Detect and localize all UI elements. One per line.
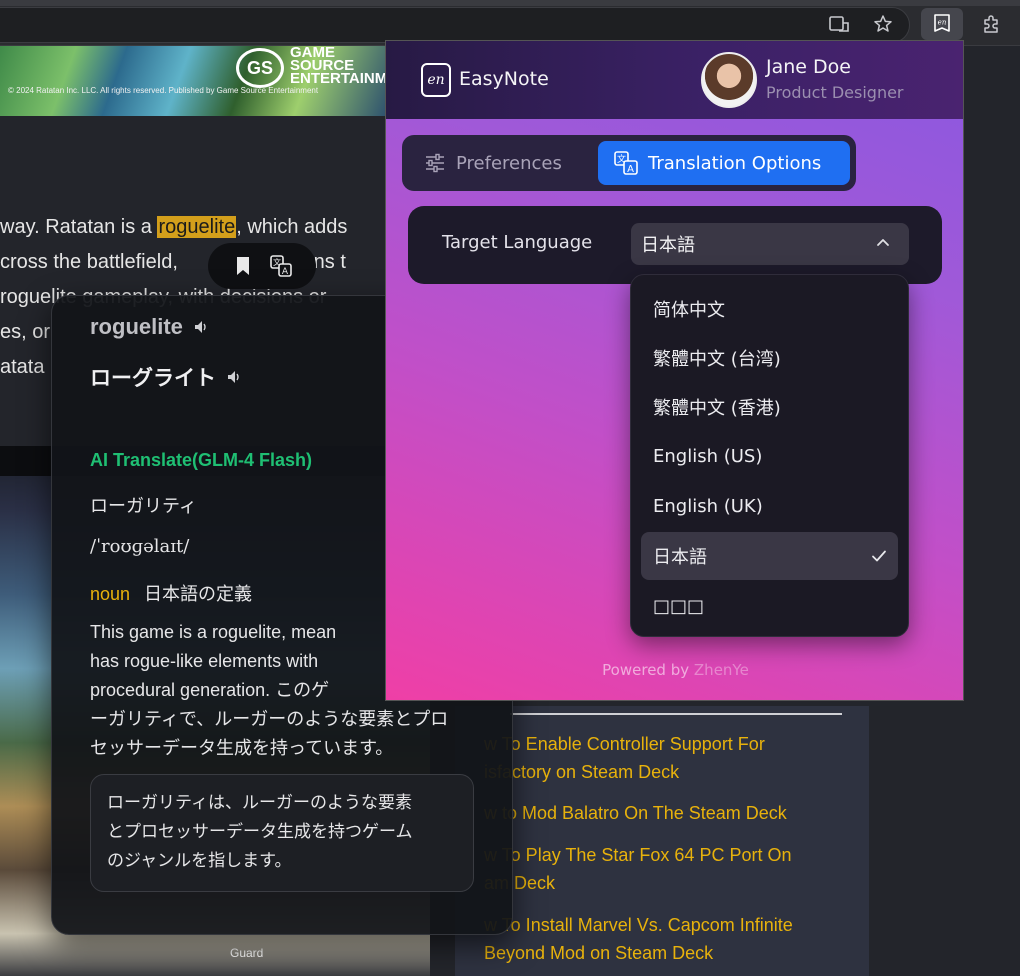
related-link[interactable]: w To Enable Controller Support For [484,730,864,758]
extensions-puzzle-icon[interactable] [978,11,1004,37]
related-divider [510,713,842,715]
tab-translation-label: Translation Options [648,152,822,174]
svg-text:A: A [282,267,289,277]
publisher-logo: GS [236,48,284,88]
part-of-speech: noun [90,584,131,604]
ai-translate-title: AI Translate(GLM-4 Flash) [90,450,313,470]
user-role: Product Designer [766,83,904,102]
game-hud-label: Guard [230,946,264,960]
target-language-row: Target Language 日本語 [408,206,942,284]
svg-text:en: en [938,19,947,27]
source-word-row: roguelite [90,314,211,340]
pronunciation-text: /ˈroʊɡəlaɪt/ [90,536,190,557]
translate-icon[interactable]: 文A [269,254,293,278]
language-option[interactable]: English (UK) [641,482,898,530]
language-dropdown: 简体中文 繁體中文 (台湾) 繁體中文 (香港) English (US) En… [630,274,909,637]
language-option[interactable]: 繁體中文 (台湾) [641,334,898,382]
highlighted-word[interactable]: roguelite [157,216,237,238]
language-option[interactable]: 繁體中文 (香港) [641,383,898,431]
easynote-popup: en EasyNote Jane Doe Product Designer Pr… [385,40,964,701]
popup-header: en EasyNote Jane Doe Product Designer [386,41,963,119]
explanation-box: ローガリティは、ルーガーのような要素 とプロセッサーデータ生成を持つゲーム のジ… [90,774,474,892]
related-link[interactable]: w to Mod Balatro On The Steam Deck [484,799,864,827]
selected-language: 日本語 [641,235,695,256]
powered-by-link[interactable]: ZhenYe [694,661,749,679]
language-option[interactable]: 简体中文 [641,285,898,333]
powered-by-footer: Powered by ZhenYe [602,661,749,679]
source-word: roguelite [90,314,183,339]
example-line: ーガリティで、ルーガーのような要素とプロ [90,709,449,729]
related-link[interactable]: w To Install Marvel Vs. Capcom Infinite [484,911,864,939]
paragraph-line: way. Ratatan is a roguelite, which adds [0,216,348,238]
easynote-logo-icon: en [421,63,451,97]
tab-preferences-label: Preferences [456,152,562,174]
example-line: セッサーデータ生成を持っています。 [90,738,394,758]
tab-translation-options[interactable]: 文A Translation Options [598,141,850,185]
bookmark-star-icon[interactable] [870,11,896,37]
reading-text: ローガリティ [90,496,197,517]
chevron-up-icon [875,235,891,251]
address-bar[interactable] [0,7,910,43]
explanation-line: のジャンルを指します。 [107,851,292,871]
target-language-label: Target Language [442,232,593,253]
easynote-extension-button[interactable]: en [921,8,963,40]
banner-copyright: © 2024 Ratatan Inc. LLC. All rights rese… [8,86,319,95]
translated-word: ローグライト [90,366,216,390]
brand-name: EasyNote [459,68,549,90]
checkmark-icon [870,547,888,565]
speaker-icon[interactable] [193,318,211,336]
target-language-select[interactable]: 日本語 [631,223,909,265]
toolbar-top-strip [0,0,1020,6]
explanation-line: とプロセッサーデータ生成を持つゲーム [107,822,413,842]
svg-text:A: A [627,164,634,175]
related-link[interactable]: am Deck [484,869,864,897]
user-name: Jane Doe [766,56,851,78]
definition-row: noun 日本語の定義 [90,580,252,606]
language-option[interactable]: English (US) [641,432,898,480]
language-option[interactable]: □□□ [641,582,898,630]
related-link[interactable]: Beyond Mod on Steam Deck [484,939,864,967]
tab-preferences[interactable]: Preferences [408,141,593,185]
selection-toolbar: 文A [208,243,316,289]
definition-label: 日本語の定義 [144,584,253,605]
settings-tabs: Preferences 文A Translation Options [402,135,856,191]
paragraph-line: cross the battlefield, ttons t [0,251,346,273]
game-banner-image: GS GAME SOURCE ENTERTAINMENT © 2024 Rata… [0,46,417,116]
speaker-icon[interactable] [226,368,244,386]
related-link[interactable]: isfactory on Steam Deck [484,758,864,786]
bookmark-icon[interactable] [231,254,255,278]
translated-word-row: ローグライト [90,362,244,392]
easynote-extension-icon: en [934,14,950,32]
explanation-line: ローガリティは、ルーガーのような要素 [107,793,412,813]
translate-icon: 文A [614,151,638,175]
sliders-icon [426,153,444,173]
avatar[interactable] [701,52,757,108]
reader-mode-icon[interactable] [826,11,852,37]
related-link[interactable]: w To Play The Star Fox 64 PC Port On [484,841,864,869]
language-option-selected[interactable]: 日本語 [641,532,898,580]
